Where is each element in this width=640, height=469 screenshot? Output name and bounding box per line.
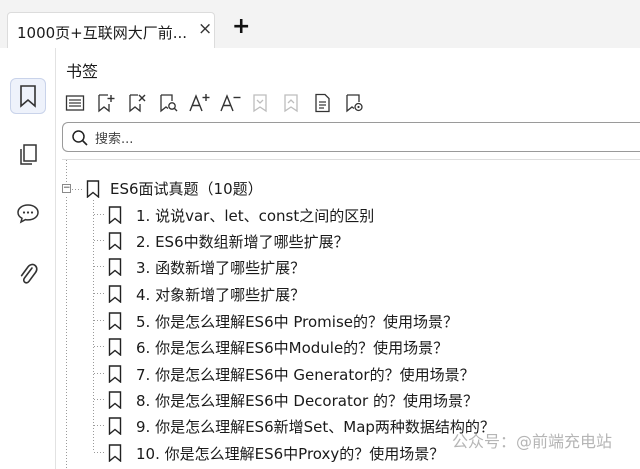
bookmark-icon bbox=[108, 365, 122, 383]
bookmark-icon bbox=[108, 285, 122, 303]
bookmark-icon bbox=[108, 391, 122, 409]
bookmark-icon bbox=[108, 444, 122, 462]
bookmark-item-label: 3. 函数新增了哪些扩展？ bbox=[136, 259, 306, 277]
bookmark-icon bbox=[108, 206, 122, 224]
bookmark-icon bbox=[108, 232, 122, 250]
bookmark-item-label: 4. 对象新增了哪些扩展？ bbox=[136, 286, 306, 304]
bookmark-icon bbox=[108, 312, 122, 330]
collapse-toggle-icon[interactable]: − bbox=[62, 184, 71, 193]
bookmark-item-label: 1. 说说var、let、const之间的区别 bbox=[136, 207, 375, 225]
bookmark-item-label: 9. 你是怎么理解ES6新增Set、Map两种数据结构的？ bbox=[136, 418, 495, 436]
bookmark-item-label: 10. 你是怎么理解ES6中Proxy的？使用场景？ bbox=[136, 445, 445, 463]
bookmark-root-label: ES6面试真题（10题） bbox=[110, 180, 263, 198]
bookmark-item-label: 7. 你是怎么理解ES6中 Generator的？使用场景？ bbox=[136, 366, 475, 384]
bookmark-item-label: 5. 你是怎么理解ES6中 Promise的？使用场景？ bbox=[136, 313, 459, 331]
bookmark-icon bbox=[108, 258, 122, 276]
watermark: 公众号：@前端充电站 bbox=[452, 432, 613, 451]
bookmark-item-label: 8. 你是怎么理解ES6中 Decorator 的？使用场景？ bbox=[136, 392, 478, 410]
bookmark-item-label: 6. 你是怎么理解ES6中Module的？使用场景？ bbox=[136, 339, 449, 357]
bookmark-icon bbox=[108, 417, 122, 435]
bookmark-icon bbox=[108, 338, 122, 356]
bookmark-icon bbox=[86, 180, 100, 198]
bookmark-item-label: 2. ES6中数组新增了哪些扩展？ bbox=[136, 233, 349, 251]
